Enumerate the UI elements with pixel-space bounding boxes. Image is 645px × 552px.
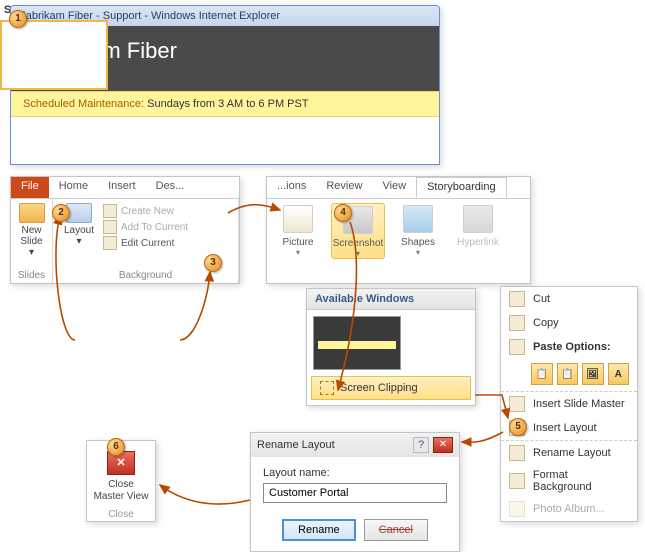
step-badge-6: 6 (107, 438, 125, 456)
ctx-format-background[interactable]: Format Background (501, 465, 637, 497)
copy-icon (509, 315, 525, 331)
hyperlink-button[interactable]: Hyperlink (451, 203, 505, 259)
shapes-button[interactable]: Shapes ▾ (391, 203, 445, 259)
window-thumbnail[interactable] (313, 316, 401, 370)
new-slide-icon (19, 203, 45, 223)
create-new-button[interactable]: Create New (103, 203, 232, 219)
chevron-down-icon: ▾ (271, 248, 325, 257)
paste-opt-3[interactable]: 🖼 (582, 363, 604, 385)
step-badge-3: 3 (204, 254, 222, 272)
ctx-cut[interactable]: Cut (501, 287, 637, 311)
shapes-icon (403, 205, 433, 233)
tab-review[interactable]: Review (316, 177, 372, 198)
step-badge-5: 5 (509, 418, 527, 436)
scissors-icon (509, 291, 525, 307)
maintenance-label: Scheduled Maintenance: (23, 98, 144, 110)
chevron-down-icon: ▾ (332, 249, 384, 258)
page-edit-icon (103, 236, 117, 250)
step-badge-2: 2 (52, 204, 70, 222)
tab-transitions[interactable]: ...ions (267, 177, 316, 198)
hyperlink-icon (463, 205, 493, 233)
slide-master-icon (509, 396, 525, 412)
chevron-down-icon: ▾ (17, 247, 46, 258)
cancel-button[interactable]: Cancel (364, 519, 428, 541)
maintenance-banner: Scheduled Maintenance: Sundays from 3 AM… (11, 91, 439, 117)
dialog-title: Rename Layout (257, 439, 335, 451)
tab-file[interactable]: File (11, 177, 49, 198)
ribbon-tabs-2: ...ions Review View Storyboarding (267, 177, 530, 199)
photo-album-icon (509, 501, 525, 517)
close-button[interactable]: ✕ (433, 437, 453, 453)
tab-storyboarding[interactable]: Storyboarding (416, 177, 507, 198)
screen-clipping-button[interactable]: Screen Clipping (311, 376, 471, 400)
ctx-copy[interactable]: Copy (501, 311, 637, 335)
rename-button[interactable]: Rename (282, 519, 356, 541)
tab-view[interactable]: View (372, 177, 416, 198)
chevron-down-icon: ▾ (391, 248, 445, 257)
ctx-insert-slide-master[interactable]: Insert Slide Master (501, 391, 637, 416)
ctx-paste-options: Paste Options: (501, 335, 637, 359)
clipboard-icon (509, 339, 525, 355)
ctx-photo-album: Photo Album... (501, 497, 637, 521)
layout-name-input[interactable] (263, 483, 447, 503)
format-bg-icon (509, 473, 525, 489)
new-slide-button[interactable]: New Slide ▾ (17, 203, 46, 258)
page-add-icon (103, 220, 117, 234)
add-to-current-button[interactable]: Add To Current (103, 219, 232, 235)
ribbon-tabs: File Home Insert Des... (11, 177, 239, 199)
edit-current-button[interactable]: Edit Current (103, 235, 232, 251)
tab-home[interactable]: Home (49, 177, 98, 198)
available-windows-title: Available Windows (307, 289, 475, 310)
maintenance-text: Sundays from 3 AM to 6 PM PST (147, 98, 308, 110)
clip-icon (320, 381, 334, 395)
paste-opt-2[interactable]: 📋 (557, 363, 579, 385)
paste-opt-1[interactable]: 📋 (531, 363, 553, 385)
ribbon-storyboarding: ...ions Review View Storyboarding Pictur… (266, 176, 531, 284)
layout-name-label: Layout name: (263, 467, 447, 479)
help-button[interactable]: ? (413, 437, 429, 453)
context-menu: Cut Copy Paste Options: 📋 📋 🖼 A Insert S… (500, 286, 638, 522)
ctx-rename-layout[interactable]: Rename Layout (501, 440, 637, 465)
paste-opt-4[interactable]: A (608, 363, 630, 385)
step-badge-4: 4 (334, 204, 352, 222)
paste-options-row: 📋 📋 🖼 A (501, 359, 637, 391)
picture-button[interactable]: Picture ▾ (271, 203, 325, 259)
dialog-titlebar: Rename Layout ? ✕ (251, 433, 459, 457)
rename-icon (509, 445, 525, 461)
chevron-down-icon: ▾ (59, 236, 99, 247)
template-thumbnail-blank[interactable] (0, 20, 108, 90)
page-icon (103, 204, 117, 218)
available-windows-dropdown: Available Windows Screen Clipping (306, 288, 476, 406)
tab-insert[interactable]: Insert (98, 177, 146, 198)
step-badge-1: 1 (9, 10, 27, 28)
tab-design[interactable]: Des... (146, 177, 195, 198)
rename-layout-dialog: Rename Layout ? ✕ Layout name: Rename Ca… (250, 432, 460, 552)
picture-icon (283, 205, 313, 233)
